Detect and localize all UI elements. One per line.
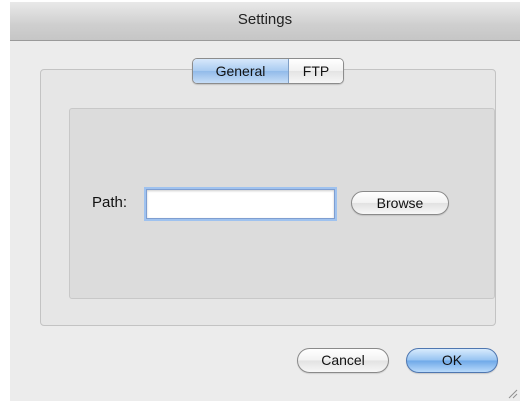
browse-button[interactable]: Browse [351,191,449,215]
path-input[interactable] [146,189,335,219]
cancel-button[interactable]: Cancel [297,348,389,373]
settings-window: Settings General FTP Path: Browse Cancel… [10,2,520,401]
resize-grip-icon[interactable] [506,387,518,399]
path-label: Path: [92,194,128,211]
window-title: Settings [237,11,293,28]
tab-selector: General FTP [192,58,344,84]
ok-button[interactable]: OK [406,348,498,373]
title-bar[interactable]: Settings [10,2,520,41]
tab-ftp[interactable]: FTP [289,59,343,83]
tab-general[interactable]: General [193,59,289,83]
